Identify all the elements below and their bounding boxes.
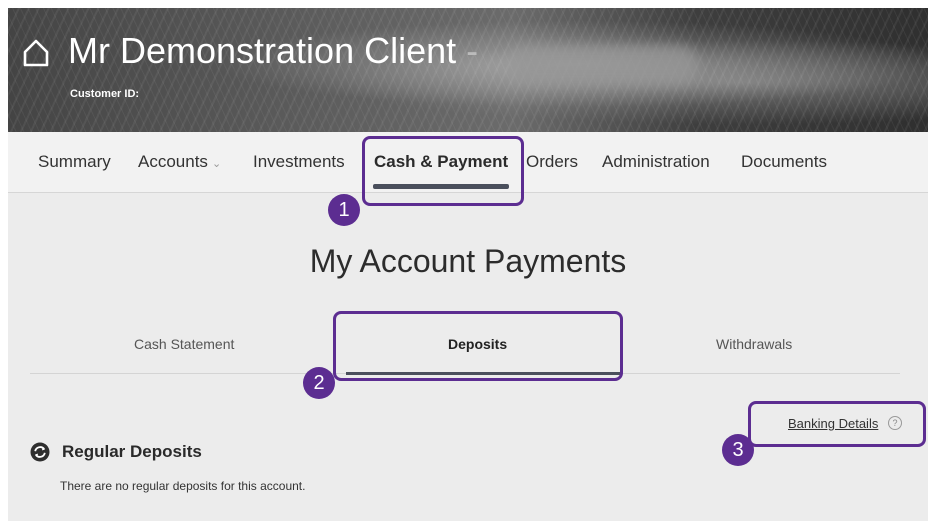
- redacted-region: [508, 46, 698, 84]
- home-icon[interactable]: [22, 38, 50, 68]
- header-banner: Mr Demonstration Client - Customer ID:: [8, 8, 928, 132]
- tab-cash-statement[interactable]: Cash Statement: [134, 336, 234, 352]
- callout-box-1: [362, 136, 524, 206]
- nav-administration[interactable]: Administration: [602, 152, 710, 172]
- page-title: My Account Payments: [309, 243, 627, 279]
- tab-withdrawals[interactable]: Withdrawals: [716, 336, 792, 352]
- chevron-down-icon: ⌄: [211, 158, 222, 170]
- nav-administration-label: Administration: [602, 152, 710, 171]
- nav-summary[interactable]: Summary: [38, 152, 111, 172]
- customer-id-label: Customer ID:: [70, 88, 140, 100]
- client-name: Mr Demonstration Client -: [68, 30, 478, 72]
- callout-badge-1: 1: [328, 194, 360, 226]
- tab-cash-statement-label: Cash Statement: [134, 336, 235, 352]
- nav-summary-label: Summary: [38, 152, 111, 171]
- regular-deposits-title: Regular Deposits: [62, 442, 202, 461]
- page-frame: Mr Demonstration Client - Customer ID: S…: [8, 8, 928, 521]
- nav-orders-label: Orders: [526, 152, 578, 171]
- client-name-text: Mr Demonstration Client: [68, 30, 457, 71]
- callout-box-2: [333, 311, 623, 381]
- nav-investments[interactable]: Investments: [253, 152, 345, 172]
- nav-documents[interactable]: Documents: [741, 152, 827, 172]
- nav-documents-label: Documents: [741, 152, 827, 171]
- nav-accounts[interactable]: Accounts ⌄: [138, 152, 221, 172]
- nav-orders[interactable]: Orders: [526, 152, 578, 172]
- callout-badge-2: 2: [303, 367, 335, 399]
- nav-accounts-label: Accounts: [138, 152, 208, 171]
- tab-withdrawals-label: Withdrawals: [716, 336, 793, 352]
- regular-deposits-empty-message: There are no regular deposits for this a…: [60, 479, 306, 493]
- nav-investments-label: Investments: [253, 152, 345, 171]
- callout-box-3: [748, 401, 926, 447]
- client-name-separator: -: [466, 30, 479, 71]
- callout-badge-3: 3: [722, 434, 754, 466]
- sync-circle-icon: [30, 442, 50, 462]
